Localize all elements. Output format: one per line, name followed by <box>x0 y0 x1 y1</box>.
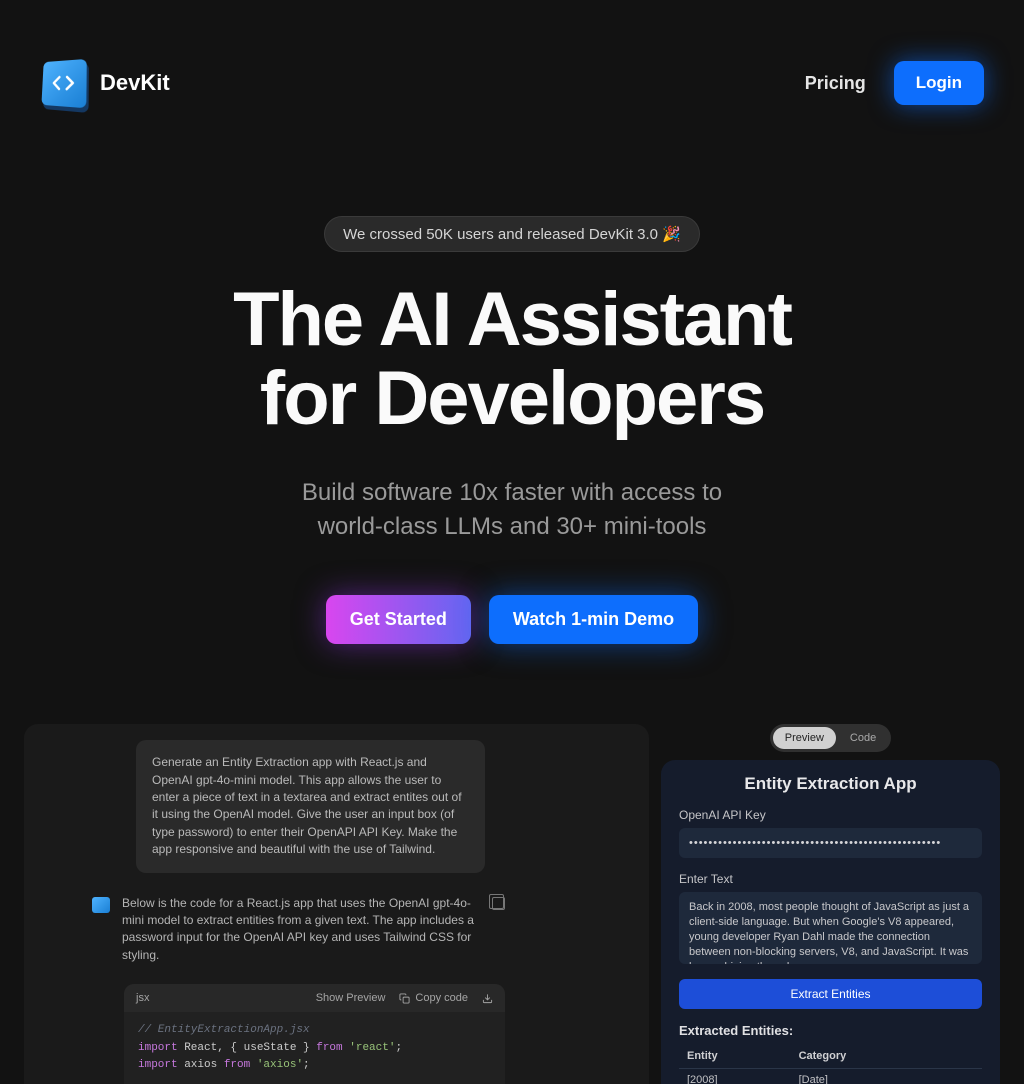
extracted-heading: Extracted Entities: <box>679 1023 982 1038</box>
nav: Pricing Login <box>805 61 984 105</box>
copy-code-button[interactable]: Copy code <box>399 992 468 1004</box>
hero-title: The AI Assistant for Developers <box>0 280 1024 438</box>
text-input[interactable] <box>679 892 982 964</box>
nav-pricing[interactable]: Pricing <box>805 73 866 94</box>
user-prompt: Generate an Entity Extraction app with R… <box>136 740 485 872</box>
brand-group[interactable]: DevKit <box>40 60 170 106</box>
extract-entities-button[interactable]: Extract Entities <box>679 979 982 1009</box>
text-label: Enter Text <box>679 872 982 886</box>
code-language-badge: jsx <box>136 992 149 1004</box>
chat-card: Generate an Entity Extraction app with R… <box>24 724 649 1084</box>
cta-row: Get Started Watch 1-min Demo <box>0 595 1024 644</box>
logo-icon <box>41 59 86 108</box>
table-row: [2008][Date] <box>679 1069 982 1084</box>
code-body[interactable]: // EntityExtractionApp.jsx import React,… <box>124 1012 505 1084</box>
apikey-label: OpenAI API Key <box>679 808 982 822</box>
apikey-input[interactable] <box>679 828 982 858</box>
tab-preview[interactable]: Preview <box>773 727 836 749</box>
col-entity: Entity <box>679 1044 791 1069</box>
hero-title-line2: for Developers <box>260 356 764 441</box>
code-header: jsx Show Preview Copy code <box>124 984 505 1012</box>
hero-subtitle: Build software 10x faster with access to… <box>0 476 1024 543</box>
preview-card: Entity Extraction App OpenAI API Key Ent… <box>661 760 1000 1084</box>
preview-column: Preview Code Entity Extraction App OpenA… <box>661 724 1000 1084</box>
ai-reply-row: Below is the code for a React.js app tha… <box>92 895 505 965</box>
brand-name: DevKit <box>100 70 170 96</box>
login-button[interactable]: Login <box>894 61 984 105</box>
assistant-avatar-icon <box>92 897 110 913</box>
watch-demo-button[interactable]: Watch 1-min Demo <box>489 595 698 644</box>
header: DevKit Pricing Login <box>0 0 1024 106</box>
preview-app-title: Entity Extraction App <box>679 774 982 794</box>
entities-table: Entity Category [2008][Date] [JavaScript… <box>679 1044 982 1084</box>
hero-title-line1: The AI Assistant <box>233 277 791 362</box>
show-preview-button[interactable]: Show Preview <box>316 992 386 1004</box>
tab-code[interactable]: Code <box>838 727 888 749</box>
preview-tabs: Preview Code <box>661 724 1000 760</box>
download-code-icon[interactable] <box>482 993 493 1004</box>
hero-sub-line2: world-class LLMs and 30+ mini-tools <box>318 513 707 540</box>
demo-row: Generate an Entity Extraction app with R… <box>0 724 1024 1084</box>
hero-sub-line1: Build software 10x faster with access to <box>302 479 722 506</box>
col-category: Category <box>791 1044 982 1069</box>
code-panel: jsx Show Preview Copy code // EntityExtr… <box>124 984 505 1084</box>
announcement-pill[interactable]: We crossed 50K users and released DevKit… <box>324 216 700 252</box>
hero: We crossed 50K users and released DevKit… <box>0 106 1024 644</box>
ai-reply-text: Below is the code for a React.js app tha… <box>122 895 480 965</box>
copy-reply-icon[interactable] <box>492 897 505 910</box>
get-started-button[interactable]: Get Started <box>326 595 471 644</box>
